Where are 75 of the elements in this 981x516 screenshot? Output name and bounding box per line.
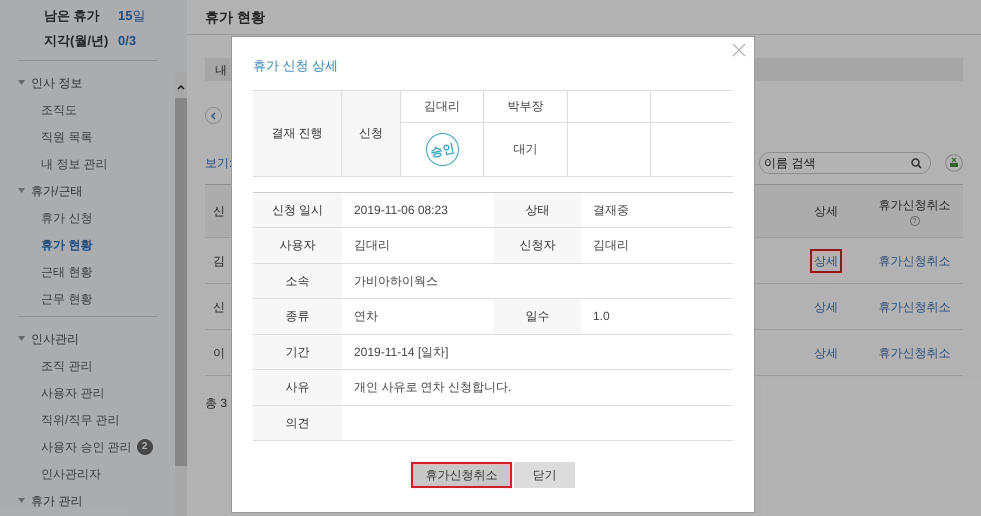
search-input[interactable]: 이름 검색	[764, 154, 911, 172]
menu-item[interactable]: 휴가 신청	[41, 208, 92, 226]
field-label: 종류	[253, 299, 342, 334]
close-dialog-button[interactable]: 닫기	[514, 462, 575, 488]
field-label: 신청자	[494, 228, 581, 262]
field-value: 2019-11-06 08:23	[354, 202, 448, 219]
scrollbar[interactable]	[175, 72, 187, 516]
cancel-link[interactable]: 휴가신청취소	[866, 252, 963, 270]
summary-label: 지각(월/년)	[44, 32, 110, 50]
column-header: 휴가신청취소	[878, 197, 950, 214]
field-value: 2019-11-14 [일차]	[354, 344, 448, 361]
menu-item[interactable]: 조직 관리	[41, 356, 92, 374]
field-value: 개인 사유로 연차 신청합니다.	[354, 379, 512, 396]
detail-link[interactable]: 상세	[810, 340, 842, 364]
field-value: 가비아하이웍스	[354, 272, 438, 290]
menu-item[interactable]: 근무 현황	[41, 290, 92, 308]
cancel-request-button[interactable]: 휴가신청취소	[411, 462, 512, 488]
section-title[interactable]: 휴가/근태	[31, 182, 82, 200]
cancel-link[interactable]: 휴가신청취소	[866, 344, 963, 362]
menu-item[interactable]: 조직도	[41, 100, 77, 118]
approver-name: 박부장	[507, 98, 544, 115]
section-title[interactable]: 인사관리	[31, 330, 79, 348]
search-icon[interactable]	[911, 158, 922, 168]
table-cell-text: 이	[213, 344, 225, 362]
table-cell-text: 신	[213, 298, 225, 316]
summary-value: 0/3	[118, 32, 136, 50]
spreadsheet-icon[interactable]	[945, 154, 963, 172]
field-label: 상태	[494, 192, 581, 227]
page-title: 휴가 현황	[205, 8, 265, 26]
field-label: 사유	[253, 370, 342, 404]
section-title[interactable]: 인사 정보	[31, 74, 82, 92]
menu-item[interactable]: 인사관리자	[41, 464, 101, 482]
view-label: 보기:	[205, 155, 232, 172]
scrollbar-thumb[interactable]	[175, 98, 187, 466]
column-header: 신	[213, 203, 225, 220]
summary-label: 남은 휴가	[44, 7, 101, 25]
filter-label[interactable]: 내	[215, 60, 227, 78]
field-label: 소속	[253, 264, 342, 298]
field-label: 일수	[494, 299, 581, 334]
dialog-title: 휴가 신청 상세	[253, 57, 340, 75]
field-value: 김대리	[354, 237, 390, 254]
total-count: 총 3	[205, 395, 228, 412]
close-icon	[732, 43, 746, 57]
detail-link[interactable]: 상세	[810, 248, 842, 272]
menu-item[interactable]: 직위/직무 관리	[41, 410, 120, 428]
scroll-up-icon[interactable]	[177, 84, 185, 90]
field-label: 의견	[253, 406, 342, 440]
approval-status: 대기	[513, 141, 538, 158]
column-header: 상세	[813, 203, 839, 220]
field-value: 결재중	[593, 202, 629, 219]
table-cell-text: 김	[213, 252, 225, 270]
approver-name: 김대리	[424, 98, 460, 115]
field-value: 연차	[354, 308, 378, 326]
menu-item[interactable]: 직원 목록	[41, 128, 92, 146]
close-button[interactable]	[732, 43, 746, 57]
field-label: 사용자	[253, 228, 342, 262]
section-title[interactable]: 휴가 관리	[31, 492, 82, 510]
menu-item[interactable]: 휴가 현황	[41, 236, 92, 254]
field-value: 김대리	[593, 237, 629, 254]
summary-value: 15일	[118, 7, 146, 25]
field-label: 신청 일시	[253, 192, 342, 227]
chevron-left-icon	[211, 112, 216, 120]
menu-item[interactable]: 근태 현황	[41, 262, 92, 280]
field-value: 1.0	[593, 308, 610, 326]
menu-item[interactable]: 사용자 관리	[41, 384, 104, 402]
menu-item[interactable]: 사용자 승인 관리	[41, 438, 132, 456]
detail-link[interactable]: 상세	[810, 294, 842, 318]
menu-item[interactable]: 내 정보 관리	[41, 154, 108, 172]
previous-button[interactable]	[205, 107, 222, 124]
cancel-link[interactable]: 휴가신청취소	[866, 298, 963, 316]
approval-label: 결재 진행	[253, 90, 342, 176]
field-label: 기간	[253, 334, 342, 369]
count-badge: 2	[136, 438, 153, 454]
search-field[interactable]: 이름 검색	[759, 152, 931, 174]
approval-step: 신청	[342, 90, 401, 176]
